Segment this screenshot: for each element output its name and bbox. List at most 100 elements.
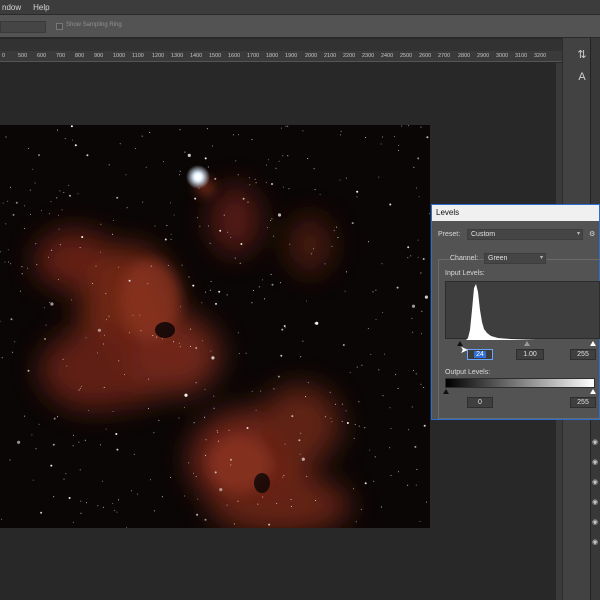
eye-icon[interactable]: ◉: [592, 458, 600, 466]
star: [29, 189, 31, 191]
star: [416, 468, 418, 470]
star: [375, 319, 377, 321]
star: [126, 207, 128, 209]
star: [210, 281, 212, 282]
star: [51, 249, 53, 251]
star: [118, 360, 120, 362]
menu-help[interactable]: Help: [33, 3, 49, 12]
star: [52, 443, 55, 446]
star: [114, 509, 116, 511]
star: [415, 484, 417, 486]
star: [199, 225, 201, 227]
star: [147, 378, 149, 380]
star: [378, 176, 380, 178]
star: [285, 125, 287, 127]
eye-icon[interactable]: ◉: [592, 518, 600, 526]
star: [283, 474, 285, 476]
input-gamma-field[interactable]: 1.00: [516, 349, 544, 360]
ruler-tick: 2900: [477, 53, 490, 59]
star: [390, 428, 392, 430]
sample-size-dropdown[interactable]: [0, 21, 46, 33]
star: [339, 134, 341, 136]
star: [288, 188, 290, 190]
star: [410, 255, 412, 257]
star: [205, 454, 206, 456]
star: [147, 283, 149, 285]
star: [226, 294, 228, 296]
star: [227, 231, 229, 233]
star: [68, 184, 70, 186]
eye-icon[interactable]: ◉: [592, 538, 600, 546]
output-white-field[interactable]: 255: [570, 397, 596, 408]
star: [78, 441, 80, 443]
star: [132, 314, 134, 316]
eye-icon[interactable]: ◉: [592, 478, 600, 486]
star: [103, 386, 105, 388]
input-black-value: 24: [474, 351, 486, 358]
star: [167, 265, 169, 266]
star: [204, 416, 206, 418]
star: [382, 395, 384, 397]
star: [344, 290, 346, 292]
ruler-tick: 2500: [400, 53, 413, 59]
star: [153, 432, 155, 434]
eye-icon[interactable]: ◉: [592, 438, 600, 446]
star: [53, 496, 55, 498]
star: [397, 387, 399, 389]
output-black-field[interactable]: 0: [467, 397, 493, 408]
star: [315, 321, 319, 325]
menu-window[interactable]: ndow: [2, 3, 21, 12]
ruler-tick: 2700: [438, 53, 451, 59]
histogram: [445, 281, 600, 340]
star: [282, 155, 284, 157]
star: [193, 422, 195, 424]
star: [249, 184, 251, 186]
eye-icon[interactable]: ◉: [592, 498, 600, 506]
star: [358, 425, 360, 427]
star: [314, 189, 316, 191]
star: [287, 125, 289, 127]
star: [330, 417, 332, 419]
star: [417, 239, 419, 241]
star: [428, 213, 430, 215]
star: [420, 383, 422, 385]
gear-icon[interactable]: ⚙: [589, 230, 595, 238]
channel-select[interactable]: Green ▾: [484, 253, 546, 264]
star: [271, 218, 273, 220]
star: [277, 213, 282, 217]
output-black-slider[interactable]: [443, 389, 449, 394]
star: [277, 375, 280, 378]
star: [219, 229, 222, 232]
input-white-slider[interactable]: [590, 341, 596, 346]
star: [307, 382, 309, 384]
input-black-field[interactable]: 24: [467, 349, 493, 360]
star: [201, 302, 203, 304]
star: [97, 328, 101, 332]
sampling-ring-label: Show Sampling Ring: [66, 22, 122, 28]
star: [50, 302, 54, 306]
star: [345, 177, 347, 179]
star: [298, 439, 301, 442]
input-levels-label: Input Levels:: [445, 270, 485, 277]
input-gamma-slider[interactable]: [524, 341, 530, 346]
star: [58, 279, 59, 280]
star: [78, 389, 80, 391]
star: [24, 415, 26, 417]
nebula-image[interactable]: [0, 125, 430, 528]
star: [407, 257, 409, 259]
star: [72, 521, 74, 523]
levels-dialog-title[interactable]: Levels: [432, 205, 599, 221]
star: [417, 256, 419, 258]
star: [128, 279, 131, 282]
star: [24, 205, 26, 207]
star: [217, 431, 219, 433]
star: [349, 372, 351, 374]
chevron-down-icon: ▾: [539, 255, 543, 261]
star: [213, 395, 215, 397]
sampling-ring-checkbox[interactable]: [56, 23, 63, 30]
preset-select[interactable]: Custom ▾: [467, 229, 583, 240]
input-white-field[interactable]: 255: [570, 349, 596, 360]
star: [393, 136, 395, 138]
star: [360, 508, 362, 510]
output-white-slider[interactable]: [590, 389, 596, 394]
